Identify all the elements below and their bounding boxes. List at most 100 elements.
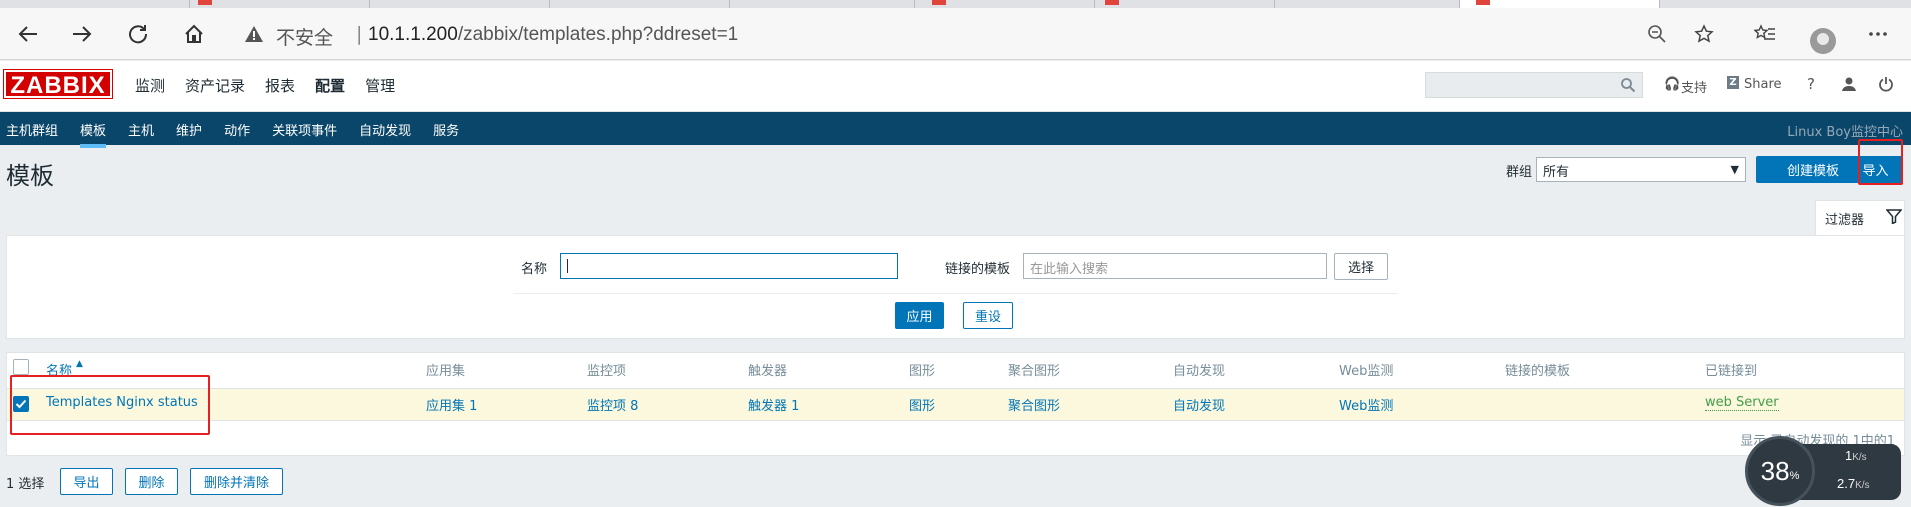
usage-percent-unit: % [1789,470,1800,482]
back-icon[interactable] [14,20,42,48]
browser-tab-strip [0,0,1911,8]
browser-tab[interactable] [730,0,915,8]
delete-and-clear-button[interactable]: 删除并清除 [190,468,283,495]
tab-favicon [1476,0,1490,5]
browser-tab[interactable] [1275,0,1460,8]
search-icon[interactable] [1620,77,1636,93]
help-link[interactable]: ? [1807,75,1815,93]
triggers-count: 1 [791,399,800,414]
refresh-icon[interactable] [124,20,152,48]
screens-link[interactable]: 聚合图形 [1008,395,1060,414]
support-link[interactable]: 支持 [1681,77,1707,96]
linked-host-link[interactable]: web Server [1705,395,1779,411]
group-select[interactable]: 所有 ▼ [1536,157,1746,182]
column-header-graphs: 图形 [909,364,936,379]
home-icon[interactable] [180,20,208,48]
security-label: 不安全 [276,27,334,49]
export-button[interactable]: 导出 [60,468,113,495]
column-header-applications: 应用集 [426,364,466,379]
browser-tab[interactable] [915,0,1095,8]
highlight-box-template-row [10,375,210,435]
url-path: /zabbix/templates.php?ddreset=1 [457,24,739,45]
apply-button[interactable]: 应用 [895,302,944,329]
reset-button[interactable]: 重设 [963,302,1013,329]
column-header-discovery: 自动发现 [1173,364,1226,379]
name-input[interactable] [560,253,898,279]
selected-count: 1 选择 [6,477,45,492]
share-link[interactable]: Share [1744,77,1782,92]
delete-button[interactable]: 删除 [125,468,178,495]
chevron-down-icon: ▼ [1730,163,1739,176]
forward-icon[interactable] [68,20,96,48]
menu-monitoring[interactable]: 监测 [135,75,165,96]
browser-tab[interactable] [0,0,190,8]
browser-tab[interactable] [190,0,370,8]
sub-navigation: 主机群组 模板 主机 维护 动作 关联项事件 自动发现 服务 Linux Boy… [0,112,1911,148]
main-menu: 监测 资产记录 报表 配置 管理 [135,75,415,96]
filter-icon [1886,209,1902,224]
favorite-star-icon[interactable] [1692,22,1716,46]
applications-link[interactable]: 应用集 1 [426,395,477,414]
applications-count: 1 [469,399,478,414]
menu-inventory[interactable]: 资产记录 [185,75,245,96]
user-profile-icon[interactable] [1841,76,1857,96]
subnav-templates[interactable]: 模板 [80,120,107,148]
usage-percent-value: 38 [1760,455,1790,486]
address-bar[interactable]: 不安全 | 10.1.1.200/zabbix/templates.php?dd… [228,14,1738,54]
zoom-icon[interactable] [1645,22,1669,46]
select-all-checkbox[interactable] [13,359,29,375]
network-speed-widget[interactable]: ↑ ↓ 1K/s 2.7K/s 38% [1745,436,1905,507]
discovery-link[interactable]: 自动发现 [1173,395,1225,414]
upload-speed: 1K/s [1845,448,1867,463]
zabbix-logo[interactable]: ZABBIX [3,69,113,99]
menu-administration[interactable]: 管理 [365,75,395,96]
url-text[interactable]: 10.1.1.200/zabbix/templates.php?ddreset=… [368,24,738,46]
column-header-linked-templates: 链接的模板 [1505,364,1571,379]
share-logo-icon: Z [1727,76,1739,89]
filter-divider [513,293,1398,294]
subnav-hosts[interactable]: 主机 [128,120,154,139]
sign-out-icon[interactable] [1878,76,1894,96]
more-menu-icon[interactable] [1866,22,1890,46]
subnav-maintenance[interactable]: 维护 [176,120,202,139]
items-label: 监控项 [587,399,627,414]
column-header-screens: 聚合图形 [1008,364,1061,379]
table-row[interactable] [7,388,1904,421]
favorites-list-icon[interactable] [1753,22,1777,46]
group-label: 群组 [1506,165,1533,180]
browser-tab-active[interactable] [1460,0,1660,8]
web-monitoring-link[interactable]: Web监测 [1339,395,1393,414]
subnav-actions[interactable]: 动作 [224,120,250,139]
subnav-discovery[interactable]: 自动发现 [359,120,411,139]
headset-icon: 🎧 [1664,77,1681,92]
download-speed-unit: K/s [1855,480,1870,491]
global-search-input[interactable] [1425,72,1643,98]
browser-tab[interactable] [1095,0,1275,8]
profile-avatar-icon[interactable] [1810,28,1836,54]
download-speed: 2.7K/s [1837,476,1870,491]
menu-reports[interactable]: 报表 [265,75,295,96]
triggers-label: 触发器 [748,399,788,414]
browser-toolbar: 不安全 | 10.1.1.200/zabbix/templates.php?dd… [0,8,1911,60]
subnav-services[interactable]: 服务 [433,120,459,139]
filter-tab-label: 过滤器 [1825,213,1865,228]
download-speed-value: 2.7 [1837,476,1856,491]
subnav-host-groups[interactable]: 主机群组 [6,120,58,139]
subnav-event-correlation[interactable]: 关联项事件 [272,120,337,139]
sort-ascending-icon: ▲ [76,359,83,369]
select-button[interactable]: 选择 [1334,253,1388,280]
zabbix-header: ZABBIX 监测 资产记录 报表 配置 管理 🎧 支持 Z Share ? [0,61,1911,112]
triggers-link[interactable]: 触发器 1 [748,395,799,414]
warning-icon [245,26,263,42]
menu-configuration[interactable]: 配置 [315,75,345,96]
filter-tab[interactable]: 过滤器 [1815,200,1905,235]
graphs-link[interactable]: 图形 [909,395,935,414]
applications-label: 应用集 [426,399,466,414]
browser-tab[interactable] [370,0,550,8]
linked-templates-label: 链接的模板 [945,262,1011,277]
column-header-triggers: 触发器 [748,364,788,379]
column-header-items: 监控项 [587,364,627,379]
browser-tab[interactable] [550,0,730,8]
linked-templates-input[interactable]: 在此输入搜索 [1023,253,1327,279]
items-link[interactable]: 监控项 8 [587,395,638,414]
